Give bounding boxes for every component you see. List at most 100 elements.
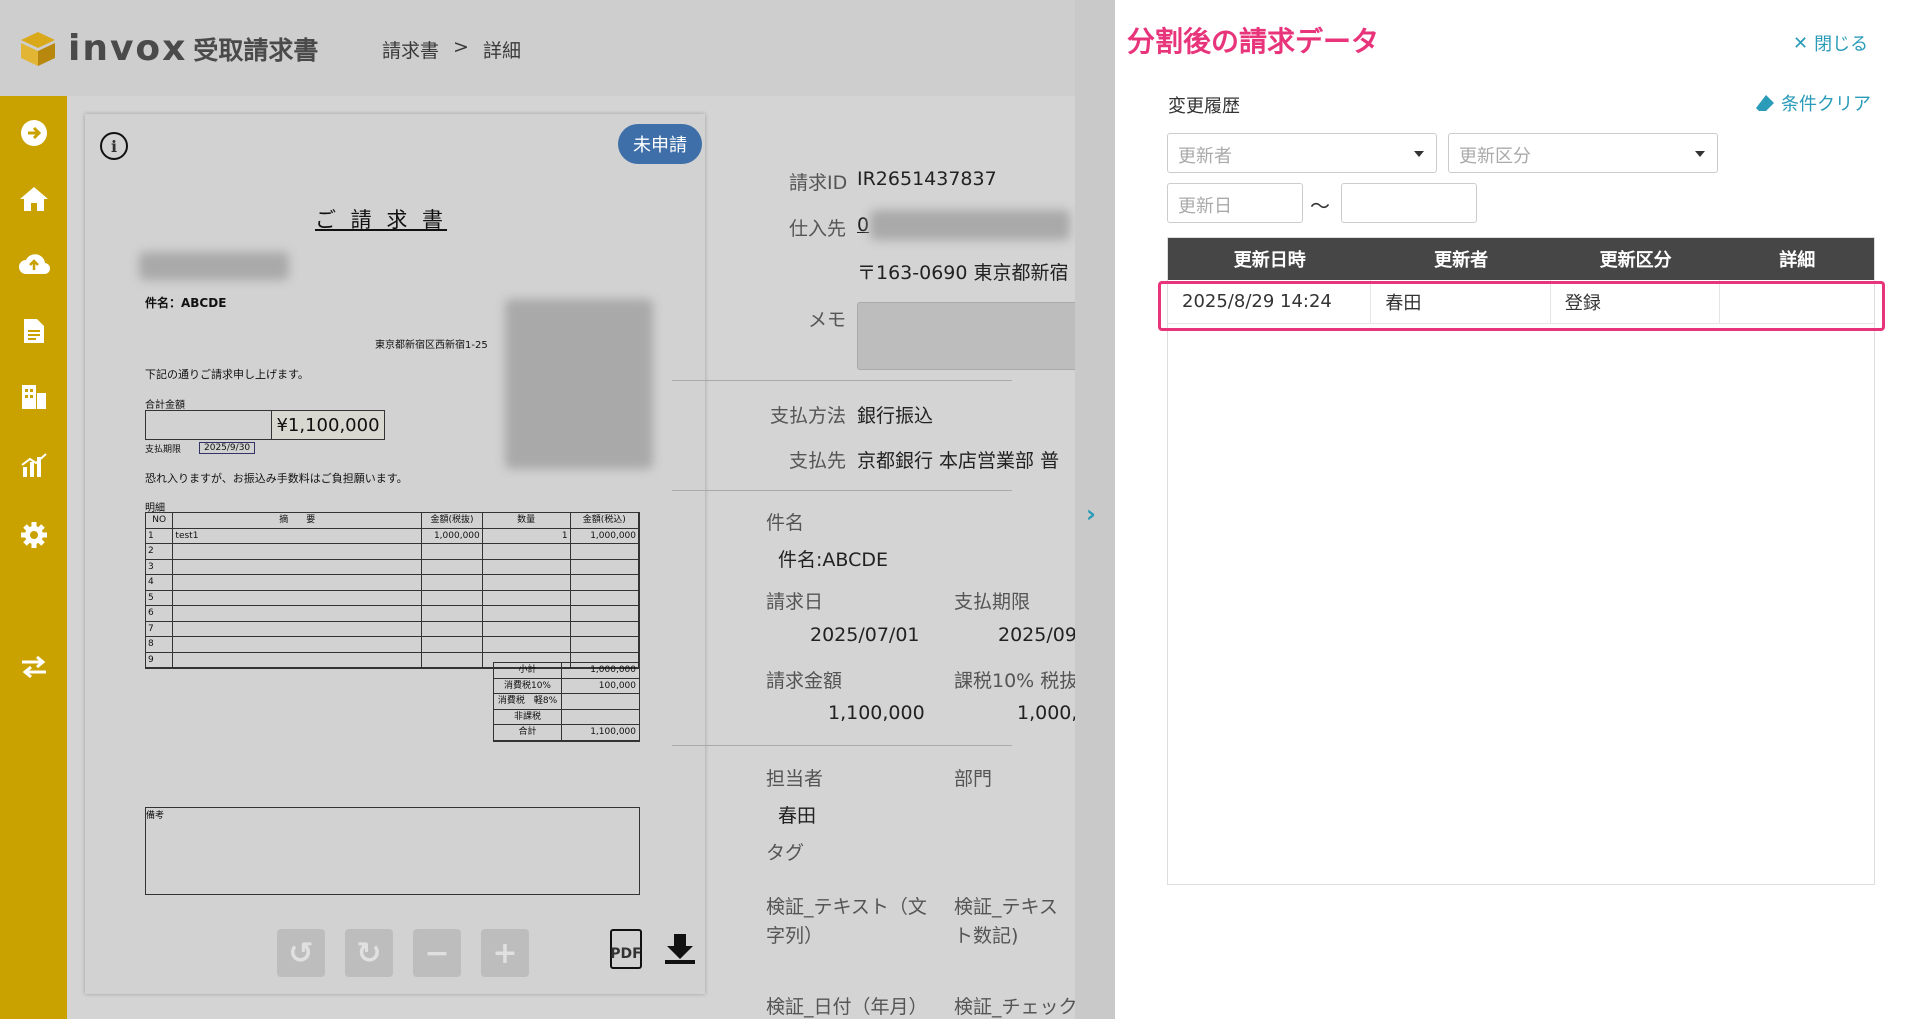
- panel-title: 分割後の請求データ: [1127, 25, 1380, 58]
- history-panel: 分割後の請求データ ✕ 閉じる 変更履歴 条件クリア 更新者 更新区分 更新日 …: [1115, 0, 1920, 1019]
- summary-label: 合計: [494, 725, 562, 740]
- invoice-table-cell: [173, 559, 423, 574]
- arrow-right-circle-icon[interactable]: [17, 116, 51, 150]
- chart-icon[interactable]: [17, 448, 51, 482]
- invoice-title: ご 請 求 書: [315, 208, 448, 232]
- breadcrumb-detail: 詳細: [482, 40, 521, 62]
- date-placeholder: 更新日: [1178, 196, 1232, 217]
- gear-icon[interactable]: [17, 518, 51, 552]
- invoice-subject: 件名：ABCDE: [145, 296, 227, 310]
- pay-to-label: 支払先: [789, 450, 847, 472]
- blurred-sender: [505, 299, 653, 469]
- amount-value: 1,100,000: [828, 702, 925, 724]
- rotate-right-button[interactable]: ↻: [345, 929, 393, 977]
- remarks-box: 備考: [145, 807, 640, 895]
- invoice-table-cell: test1: [173, 528, 423, 543]
- invoice-date-value: 2025/07/01: [810, 624, 920, 646]
- zoom-out-button[interactable]: −: [413, 929, 461, 977]
- divider: [672, 745, 1012, 746]
- invoice-table-row: 6: [146, 606, 639, 622]
- invoice-table-row: 1 test1 1,000,000 1 1,000,000: [146, 528, 639, 544]
- invoice-table-cell: 4: [146, 575, 174, 590]
- summary-row: 小計 1,000,000: [494, 663, 639, 679]
- invoice-table-cell: [422, 652, 483, 667]
- chevron-down-icon: [1695, 151, 1705, 157]
- due-label: 支払期限: [145, 445, 182, 455]
- subject-label: 件名: [766, 512, 805, 534]
- invoice-table-cell: 3: [146, 559, 174, 574]
- memo-label: メモ: [808, 309, 847, 331]
- due-value: 2025/09/: [998, 624, 1075, 646]
- verify-check-label: 検証_チェック: [954, 996, 1075, 1018]
- type-select[interactable]: 更新区分: [1448, 133, 1718, 173]
- download-icon[interactable]: [663, 932, 697, 970]
- col-user[interactable]: 更新者: [1371, 238, 1550, 280]
- invoice-table-cell: [571, 559, 639, 574]
- close-button[interactable]: ✕ 閉じる: [1793, 30, 1868, 56]
- document-icon[interactable]: [17, 314, 51, 348]
- cube-logo-icon: [21, 31, 55, 66]
- divider: [672, 490, 1012, 491]
- summary-value: [562, 710, 639, 725]
- invoice-table-cell: [571, 621, 639, 636]
- invoice-table-cell: [571, 544, 639, 559]
- zoom-in-button[interactable]: +: [481, 929, 529, 977]
- building-icon[interactable]: [17, 380, 51, 414]
- invoice-table-cell: [483, 544, 571, 559]
- summary-value: 1,000,000: [590, 665, 636, 675]
- invoice-table-cell: [422, 621, 483, 636]
- range-separator: 〜: [1310, 194, 1330, 218]
- summary-label: 消費税 軽8%: [494, 694, 562, 709]
- brand-name: invox: [68, 28, 188, 69]
- summary-label: 消費税10%: [494, 678, 562, 693]
- invoice-table-cell: [422, 637, 483, 652]
- close-icon: ✕: [1793, 32, 1809, 54]
- invoice-table-cell: [173, 544, 423, 559]
- invoice-table-cell: [173, 652, 423, 667]
- divider: [672, 380, 1012, 381]
- invoice-table-cell: [571, 606, 639, 621]
- invoice-table-cell: 金額(税抜): [422, 513, 483, 528]
- info-icon[interactable]: i: [100, 132, 128, 160]
- invoice-table-row: 5: [146, 590, 639, 606]
- breadcrumb-invoices[interactable]: 請求書: [382, 36, 439, 63]
- col-datetime[interactable]: 更新日時: [1168, 238, 1371, 280]
- header: invox 受取請求書 請求書 > 詳細: [0, 0, 1075, 96]
- date-from-input[interactable]: 更新日: [1167, 183, 1303, 223]
- logo[interactable]: invox 受取請求書: [18, 28, 318, 69]
- invoice-summary-table: 小計 1,000,000 消費税10% 100,000 消費税 軽8% 非課税 合計 1,10…: [493, 662, 640, 742]
- invoice-table-cell: 9: [146, 652, 174, 667]
- product-name: 受取請求書: [193, 35, 319, 65]
- invoice-table-cell: [483, 575, 571, 590]
- person-value: 春田: [778, 805, 817, 827]
- invoice-table-cell: [173, 575, 423, 590]
- invoice-table-row: 8: [146, 637, 639, 653]
- col-type[interactable]: 更新区分: [1551, 238, 1721, 280]
- invoice-table-cell: [483, 590, 571, 605]
- rotate-left-button[interactable]: ↺: [277, 929, 325, 977]
- clear-filter-button[interactable]: 条件クリア: [1755, 90, 1871, 116]
- cloud-upload-icon[interactable]: [17, 246, 51, 280]
- history-table: 更新日時 更新者 更新区分 詳細 2025/8/29 14:24 春田 登録: [1167, 237, 1875, 885]
- memo-field[interactable]: [857, 302, 1075, 370]
- table-header: 更新日時 更新者 更新区分 詳細: [1168, 238, 1874, 280]
- document-preview: i 未申請 ご 請 求 書 件名：ABCDE 東京都新宿区西新宿1-25 下記の…: [85, 114, 705, 994]
- home-icon[interactable]: [17, 182, 51, 216]
- clear-filter-label: 条件クリア: [1781, 94, 1871, 115]
- col-detail: 詳細: [1779, 250, 1816, 271]
- verify-text-label: 検証_テキスト（文字列）: [766, 896, 927, 947]
- invoice-table-cell: [422, 590, 483, 605]
- pdf-icon[interactable]: PDF: [610, 929, 642, 969]
- updater-select[interactable]: 更新者: [1167, 133, 1437, 173]
- date-to-input[interactable]: [1341, 183, 1477, 223]
- dept-label: 部門: [954, 768, 993, 790]
- vendor-address: 〒163-0690 東京都新宿: [857, 262, 1069, 284]
- row-highlight: [1158, 281, 1885, 331]
- taxable-value: 1,000,0: [1017, 702, 1075, 724]
- sender-address: 東京都新宿区西新宿1-25: [375, 340, 488, 351]
- summary-value: 100,000: [598, 680, 636, 691]
- chevron-right-icon[interactable]: ›: [1086, 500, 1096, 528]
- transfer-icon[interactable]: [17, 650, 51, 684]
- summary-row: 消費税 軽8%: [494, 694, 639, 710]
- vendor-value[interactable]: 0: [857, 214, 869, 236]
